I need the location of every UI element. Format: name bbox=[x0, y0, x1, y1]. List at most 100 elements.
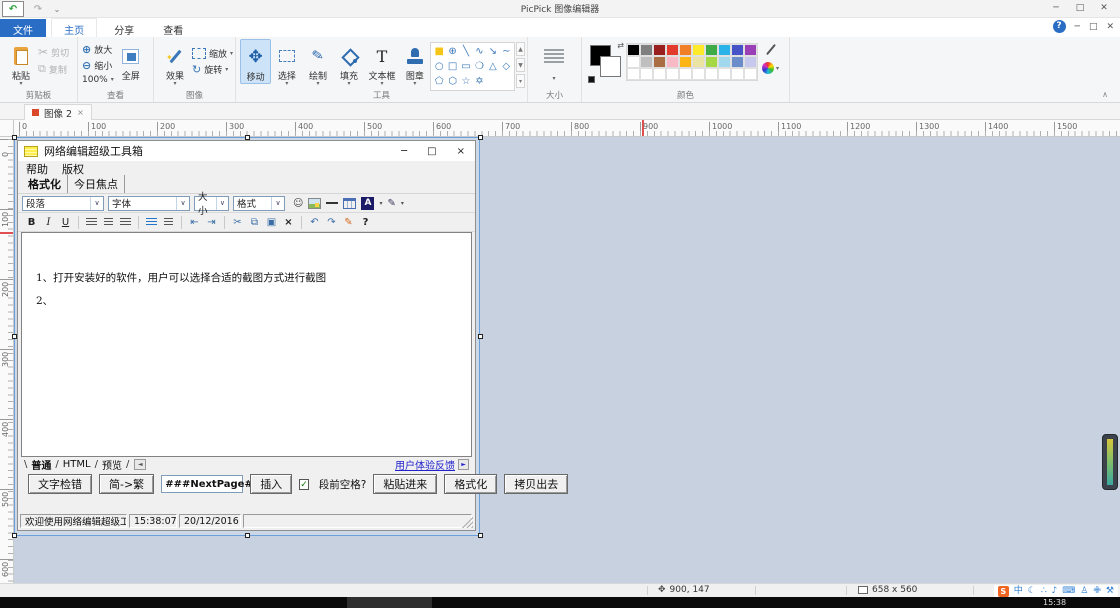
mdi-restore-button[interactable]: □ bbox=[1089, 22, 1098, 32]
selection-handle[interactable] bbox=[12, 533, 17, 538]
palette-color-swatch[interactable] bbox=[679, 56, 692, 68]
shape-icon[interactable]: ■ bbox=[432, 44, 445, 59]
shape-icon[interactable] bbox=[500, 74, 513, 89]
tab-home[interactable]: 主页 bbox=[51, 18, 97, 37]
selection-handle[interactable] bbox=[478, 533, 483, 538]
size-button[interactable]: ▾ bbox=[532, 39, 576, 81]
cut-button[interactable]: ✂剪切 bbox=[38, 45, 69, 59]
palette-color-swatch[interactable] bbox=[705, 56, 718, 68]
sparkle-icon[interactable]: ∴ bbox=[1041, 586, 1047, 597]
tab-share[interactable]: 分享 bbox=[102, 19, 146, 38]
palette-color-swatch[interactable] bbox=[705, 44, 718, 56]
shape-icon[interactable]: ∼ bbox=[500, 44, 513, 59]
palette-color-swatch[interactable] bbox=[679, 44, 692, 56]
canvas[interactable]: 网络编辑超级工具箱 ─ □ × 帮助 版权 格式化 今日焦点 段落∨ bbox=[14, 137, 480, 536]
palette-color-swatch[interactable] bbox=[731, 44, 744, 56]
palette-color-swatch[interactable] bbox=[640, 44, 653, 56]
mdi-close-button[interactable]: ✕ bbox=[1106, 22, 1114, 32]
select-tool-button[interactable]: 选择 ▾ bbox=[271, 39, 302, 86]
effects-button[interactable]: ✦ 效果 ▾ bbox=[158, 39, 192, 86]
eyedropper-icon[interactable] bbox=[766, 44, 776, 55]
palette-color-swatch[interactable] bbox=[692, 44, 705, 56]
draw-tool-button[interactable]: ✎ 绘制 ▾ bbox=[302, 39, 333, 86]
fullscreen-button[interactable]: 全屏 bbox=[114, 39, 148, 82]
shape-icon[interactable]: ⊕ bbox=[446, 44, 459, 59]
shapes-more-button[interactable]: ▾ bbox=[516, 74, 525, 88]
color-wheel-icon[interactable] bbox=[762, 62, 774, 74]
maximize-button[interactable]: □ bbox=[1068, 0, 1092, 17]
selection-handle[interactable] bbox=[12, 135, 17, 140]
default-colors-icon[interactable] bbox=[588, 76, 595, 83]
zoom-in-button[interactable]: ⊕放大 bbox=[82, 43, 114, 56]
shape-icon[interactable]: ☆ bbox=[459, 74, 472, 89]
palette-color-swatch[interactable] bbox=[705, 68, 718, 80]
shape-icon[interactable]: ╲ bbox=[459, 44, 472, 59]
shapes-up-button[interactable]: ▲ bbox=[516, 42, 525, 56]
palette-color-swatch[interactable] bbox=[627, 56, 640, 68]
move-tool-button[interactable]: ✥ 移动 bbox=[240, 39, 271, 84]
voice-input-icon[interactable]: ♪ bbox=[1052, 586, 1058, 597]
close-tab-icon[interactable]: × bbox=[77, 108, 84, 117]
selection-handle[interactable] bbox=[478, 334, 483, 339]
shape-icon[interactable]: △ bbox=[486, 59, 499, 74]
shape-icon[interactable]: ❍ bbox=[473, 59, 486, 74]
zoom-out-button[interactable]: ⊖缩小 bbox=[82, 59, 114, 72]
paste-button[interactable]: 粘贴 ▾ bbox=[4, 39, 38, 86]
textbox-tool-button[interactable]: T 文本框 ▾ bbox=[365, 39, 400, 86]
copy-button[interactable]: ⧉复制 bbox=[38, 62, 69, 76]
shapes-down-button[interactable]: ▼ bbox=[516, 58, 525, 72]
swap-colors-icon[interactable]: ⇄ bbox=[617, 41, 624, 50]
shape-icon[interactable]: ✡ bbox=[473, 74, 486, 89]
shape-icon[interactable]: ∿ bbox=[473, 44, 486, 59]
document-tab[interactable]: 图像 2 × bbox=[24, 104, 92, 120]
keyboard-icon[interactable]: ⌨ bbox=[1062, 586, 1075, 597]
close-button[interactable]: ✕ bbox=[1092, 0, 1116, 17]
palette-color-swatch[interactable] bbox=[692, 68, 705, 80]
help-icon[interactable]: ? bbox=[1053, 20, 1066, 33]
palette-color-swatch[interactable] bbox=[640, 68, 653, 80]
collapse-ribbon-icon[interactable]: ∧ bbox=[1102, 90, 1108, 99]
shape-icon[interactable] bbox=[486, 74, 499, 89]
zoom-level-dropdown[interactable]: 100%▾ bbox=[82, 75, 114, 85]
shape-icon[interactable]: ◇ bbox=[500, 59, 513, 74]
palette-color-swatch[interactable] bbox=[744, 68, 757, 80]
palette-color-swatch[interactable] bbox=[666, 56, 679, 68]
rotate-button[interactable]: ↻旋转▾ bbox=[192, 63, 233, 76]
palette-color-swatch[interactable] bbox=[718, 44, 731, 56]
palette-color-swatch[interactable] bbox=[718, 56, 731, 68]
taskbar-active-app-button[interactable] bbox=[347, 597, 432, 608]
shape-icon[interactable]: ⬠ bbox=[432, 74, 445, 89]
taskbar[interactable]: 15:38 bbox=[0, 597, 1120, 608]
shape-icon[interactable]: □ bbox=[446, 59, 459, 74]
tab-view[interactable]: 查看 bbox=[151, 19, 195, 38]
account-icon[interactable]: ♙ bbox=[1080, 586, 1088, 597]
shape-icon[interactable]: ○ bbox=[432, 59, 445, 74]
selection-handle[interactable] bbox=[478, 135, 483, 140]
palette-color-swatch[interactable] bbox=[653, 68, 666, 80]
palette-color-swatch[interactable] bbox=[692, 56, 705, 68]
fill-tool-button[interactable]: 填充 ▾ bbox=[334, 39, 365, 86]
selection-handle[interactable] bbox=[245, 533, 250, 538]
palette-color-swatch[interactable] bbox=[679, 68, 692, 80]
skin-icon[interactable]: ✙ bbox=[1093, 586, 1101, 597]
palette-color-swatch[interactable] bbox=[640, 56, 653, 68]
background-color-swatch[interactable] bbox=[600, 56, 621, 77]
wrench-icon[interactable]: ⚒ bbox=[1106, 586, 1114, 597]
palette-color-swatch[interactable] bbox=[744, 56, 757, 68]
palette-color-swatch[interactable] bbox=[731, 56, 744, 68]
palette-color-swatch[interactable] bbox=[666, 68, 679, 80]
palette-color-swatch[interactable] bbox=[627, 44, 640, 56]
night-mode-icon[interactable]: ☾ bbox=[1028, 586, 1036, 597]
shape-icon[interactable]: ↘ bbox=[486, 44, 499, 59]
palette-color-swatch[interactable] bbox=[627, 68, 640, 80]
palette-color-swatch[interactable] bbox=[653, 56, 666, 68]
palette-color-swatch[interactable] bbox=[653, 44, 666, 56]
stamp-tool-button[interactable]: 图章 ▾ bbox=[399, 39, 430, 86]
shape-icon[interactable]: ▭ bbox=[459, 59, 472, 74]
mdi-minimize-button[interactable]: ─ bbox=[1075, 22, 1080, 32]
minimize-button[interactable]: ─ bbox=[1044, 0, 1068, 17]
shape-icon[interactable]: ⬡ bbox=[446, 74, 459, 89]
tab-file[interactable]: 文件 bbox=[0, 19, 46, 38]
palette-color-swatch[interactable] bbox=[744, 44, 757, 56]
palette-color-swatch[interactable] bbox=[666, 44, 679, 56]
